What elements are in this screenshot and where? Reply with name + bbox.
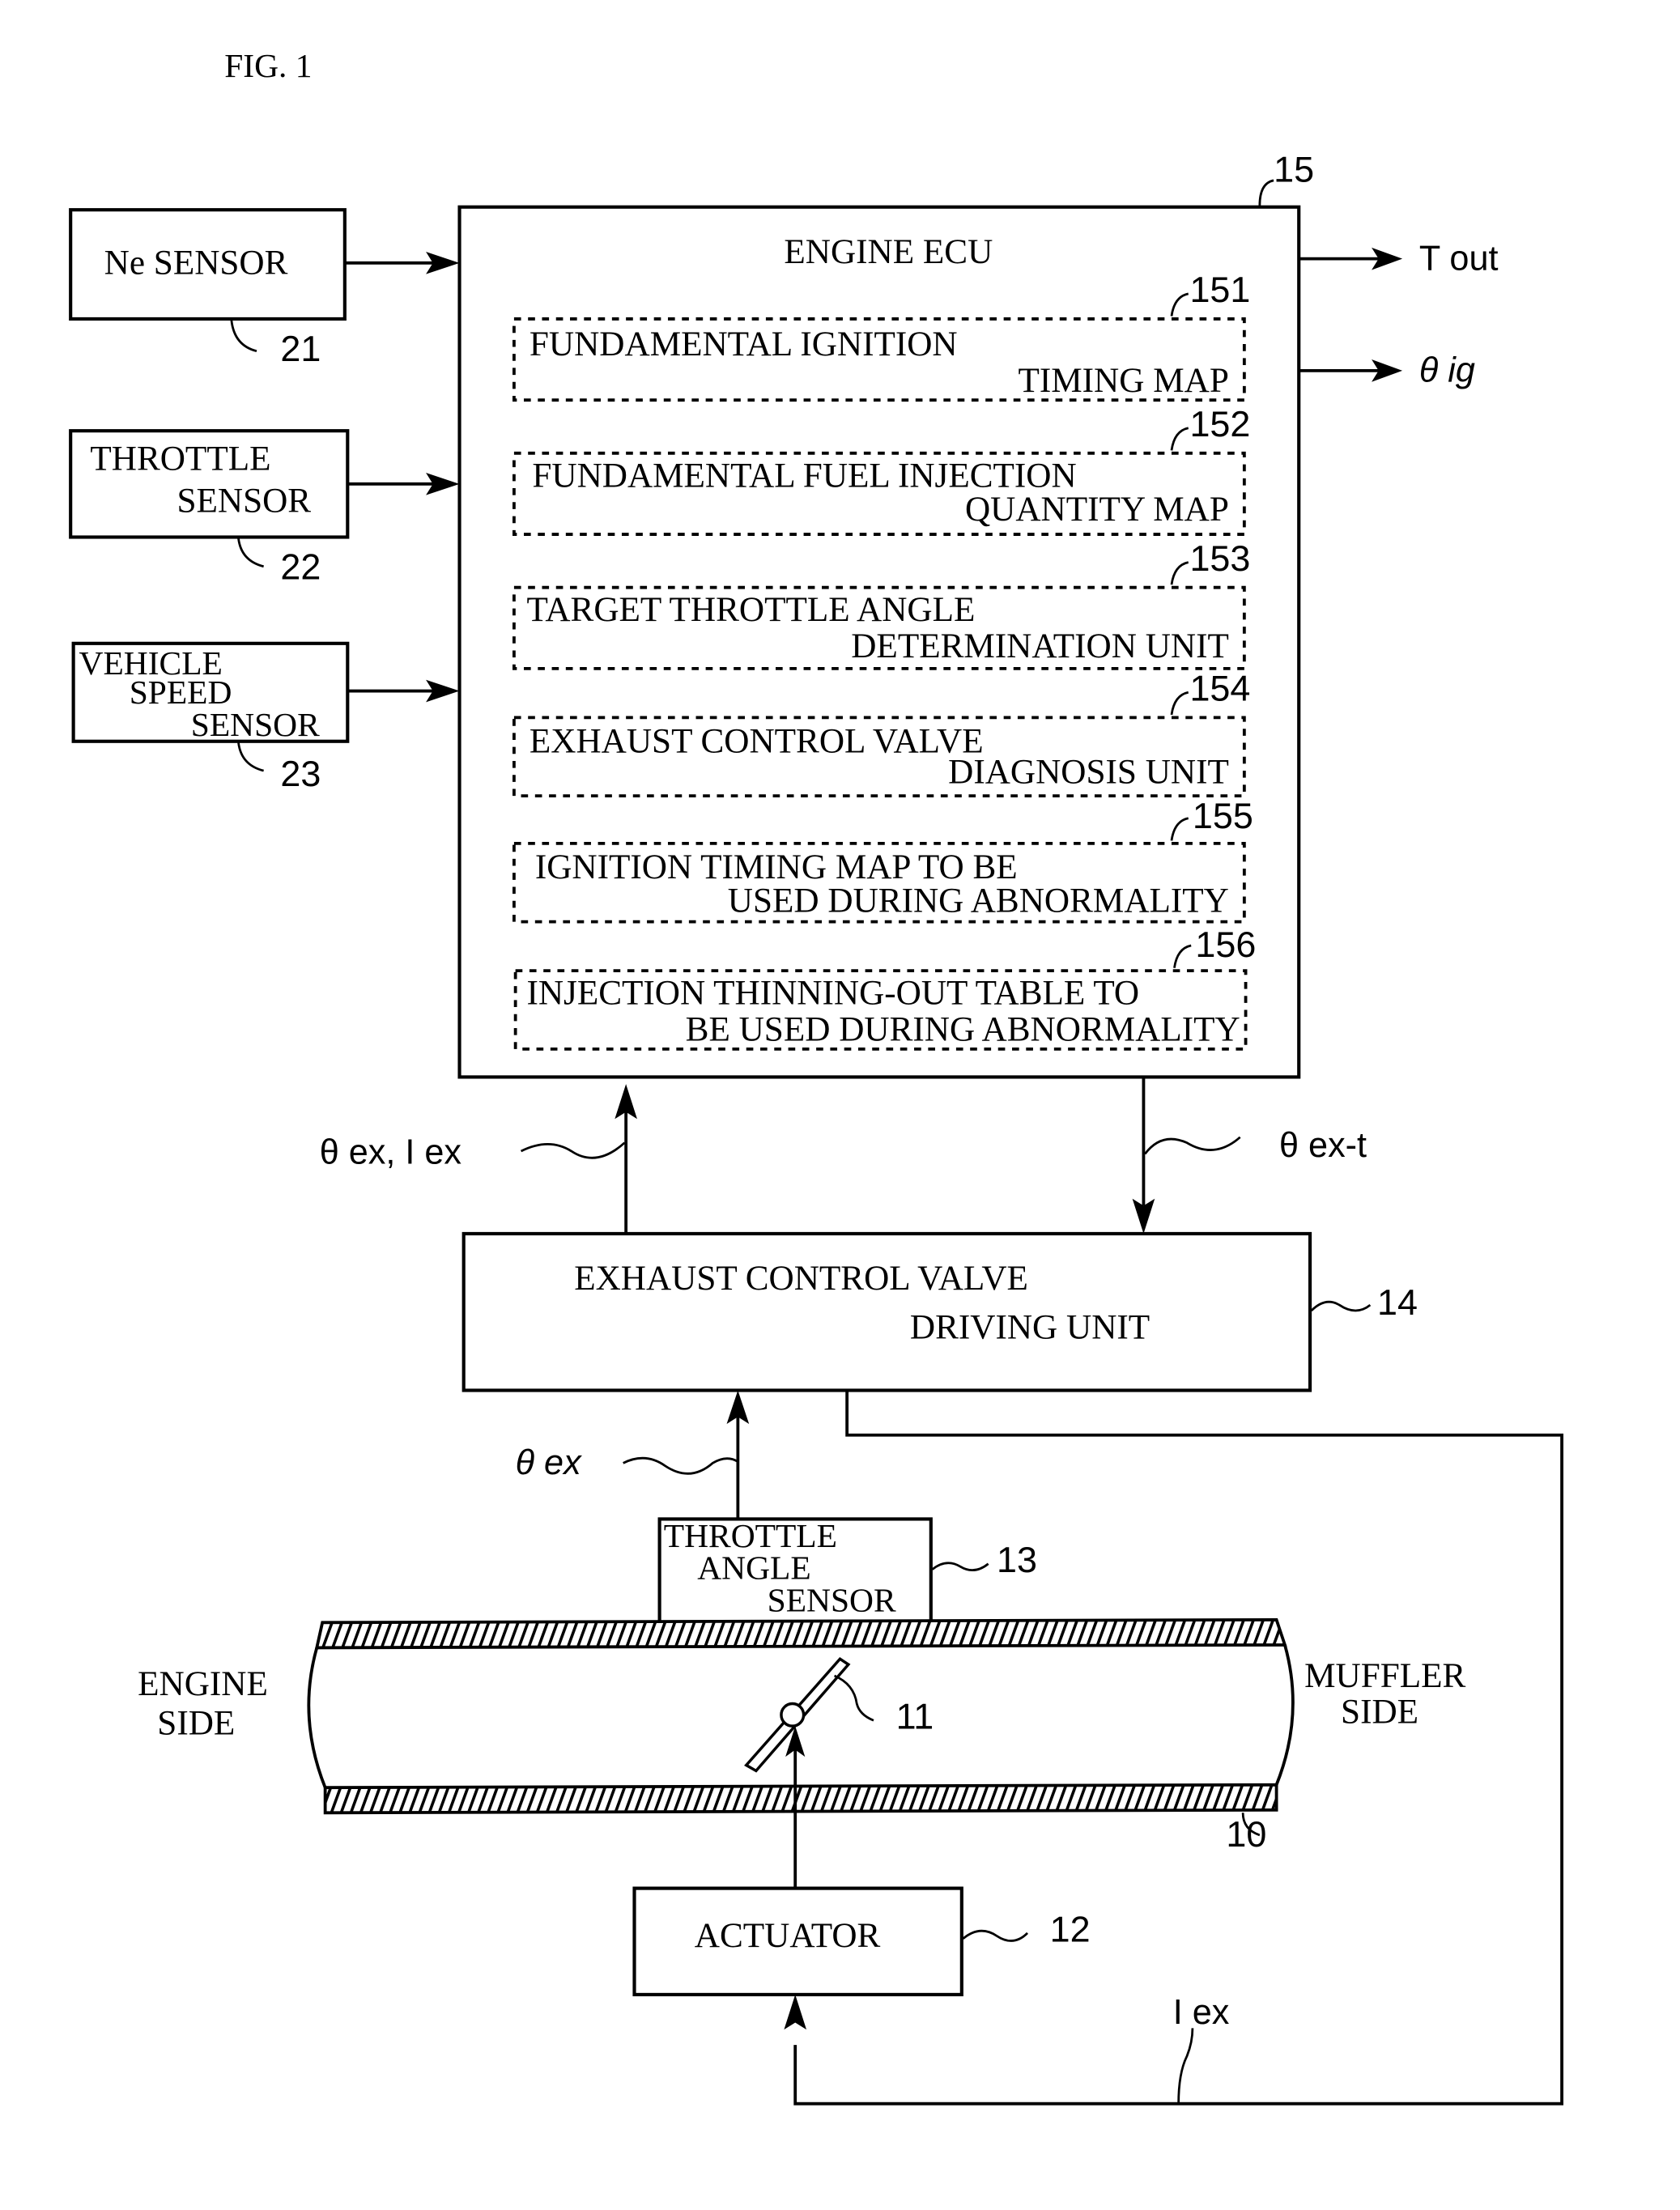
module-156-line1: INJECTION THINNING-OUT TABLE TO (526, 975, 1139, 1013)
pipe-lower-wall (323, 1783, 1278, 1815)
ref-14: 14 (1377, 1281, 1418, 1323)
leader-line (1258, 179, 1274, 206)
exhaust-control-valve: 11 (744, 1656, 934, 1773)
ref-10: 10 (1226, 1813, 1266, 1855)
tout-output: T out (1299, 239, 1498, 278)
throttle-angle-line3: SENSOR (768, 1581, 896, 1618)
ref-12: 12 (1050, 1908, 1091, 1949)
ecu-module-151: FUNDAMENTAL IGNITION TIMING MAP 151 (513, 269, 1250, 402)
ref-154: 154 (1189, 668, 1250, 709)
ecu-module-152: FUNDAMENTAL FUEL INJECTION QUANTITY MAP … (513, 403, 1250, 536)
ref-151: 151 (1189, 269, 1250, 310)
ne-sensor-label: Ne SENSOR (104, 244, 288, 283)
leader-line (834, 1674, 874, 1722)
ecu-module-153: TARGET THROTTLE ANGLE DETERMINATION UNIT… (513, 538, 1250, 670)
ref-153: 153 (1189, 538, 1250, 579)
ecu-module-156: INJECTION THINNING-OUT TABLE TO BE USED … (513, 924, 1256, 1051)
module-153-line1: TARGET THROTTLE ANGLE (526, 591, 975, 629)
ref-13: 13 (997, 1539, 1037, 1580)
engine-side-label-2: SIDE (157, 1705, 235, 1743)
ne-sensor-arrow (344, 252, 460, 274)
leader-line (237, 742, 264, 772)
ref-21: 21 (280, 328, 321, 369)
throttle-sensor-label-2: SENSOR (177, 482, 312, 520)
driving-unit: EXHAUST CONTROL VALVE DRIVING UNIT 14 (461, 1231, 1418, 1392)
throttle-angle-sensor: THROTTLE ANGLE SENSOR 13 (657, 1517, 1037, 1625)
actuator: ACTUATOR 12 (632, 1886, 1091, 1996)
leader-line (1177, 2028, 1194, 2104)
module-156-line2: BE USED DURING ABNORMALITY (686, 1011, 1240, 1049)
leader-line (230, 320, 257, 353)
ref-156: 156 (1195, 924, 1256, 965)
theta-ig-output: θ ig (1299, 351, 1475, 390)
engine-side-label-1: ENGINE (138, 1665, 268, 1703)
leader-line (623, 1456, 739, 1475)
module-152-line1: FUNDAMENTAL FUEL INJECTION (532, 457, 1076, 495)
ne-sensor: Ne SENSOR 21 (69, 208, 347, 369)
figure-title: FIG. 1 (224, 47, 312, 84)
throttle-sensor: THROTTLE SENSOR 22 (69, 429, 350, 587)
leader-line (931, 1562, 989, 1571)
theta-ex-iex-label: θ ex, I ex (320, 1133, 462, 1172)
module-154-line2: DIAGNOSIS UNIT (948, 754, 1229, 792)
iex-label: I ex (1173, 1993, 1230, 2032)
leader-line (1310, 1300, 1372, 1312)
leader-line (962, 1929, 1029, 1942)
driving-unit-line2: DRIVING UNIT (910, 1309, 1150, 1347)
arrow-up-icon (784, 1994, 807, 2030)
muffler-side-label-2: SIDE (1341, 1694, 1418, 1732)
vehicle-speed-sensor: VEHICLE SPEED SENSOR 23 (71, 641, 350, 794)
engine-ecu: ENGINE ECU 15 FUNDAMENTAL IGNITION TIMIN… (457, 149, 1314, 1079)
theta-ig-label: θ ig (1419, 351, 1475, 390)
throttle-sensor-label-1: THROTTLE (90, 440, 270, 478)
module-155-line2: USED DURING ABNORMALITY (728, 882, 1229, 920)
leader-line (1144, 1136, 1241, 1155)
ecu-module-154: EXHAUST CONTROL VALVE DIAGNOSIS UNIT 154 (513, 668, 1250, 798)
valve-shaft-icon (780, 1702, 806, 1728)
leader-line (1170, 427, 1189, 451)
exhaust-pipe: 10 ENGINE SIDE MUFFLER SIDE (138, 1617, 1466, 1855)
leader-line (1170, 292, 1189, 317)
leader-line (1173, 944, 1192, 968)
pipe-engine-end (307, 1647, 327, 1788)
throttle-sensor-arrow (347, 473, 460, 495)
actuator-label: ACTUATOR (695, 1917, 881, 1955)
module-154-line1: EXHAUST CONTROL VALVE (530, 723, 984, 761)
module-155-line1: IGNITION TIMING MAP TO BE (535, 848, 1018, 886)
signal-to-ecu: θ ex, I ex (320, 1084, 637, 1234)
module-152-line2: QUANTITY MAP (965, 491, 1229, 529)
ref-155: 155 (1193, 795, 1253, 836)
ecu-title: ENGINE ECU (784, 233, 993, 271)
leader-line (1170, 817, 1189, 841)
ref-22: 22 (280, 546, 321, 587)
signal-theta-ex: θ ex (516, 1390, 750, 1519)
leader-line (1170, 561, 1189, 585)
pipe-upper-wall (314, 1617, 1287, 1650)
vehicle-speed-label-3: SENSOR (191, 706, 320, 743)
ref-23: 23 (280, 753, 321, 794)
driving-unit-line1: EXHAUST CONTROL VALVE (574, 1260, 1028, 1298)
muffler-side-label-1: MUFFLER (1304, 1657, 1465, 1695)
leader-line (520, 1141, 626, 1159)
ref-15: 15 (1274, 149, 1314, 190)
tout-label: T out (1419, 239, 1499, 278)
theta-ex-t-label: θ ex-t (1279, 1126, 1367, 1165)
ref-11: 11 (896, 1696, 934, 1737)
leader-line (1170, 691, 1189, 716)
module-153-line2: DETERMINATION UNIT (851, 627, 1229, 665)
ref-152: 152 (1189, 403, 1250, 444)
module-151-line2: TIMING MAP (1019, 362, 1229, 400)
signal-from-ecu: θ ex-t (1132, 1077, 1367, 1234)
ecu-module-155: IGNITION TIMING MAP TO BE USED DURING AB… (513, 795, 1253, 924)
leader-line (237, 538, 264, 568)
theta-ex-label: θ ex (516, 1443, 582, 1482)
module-151-line1: FUNDAMENTAL IGNITION (530, 325, 958, 363)
vehicle-speed-sensor-arrow (347, 679, 460, 703)
pipe-muffler-end (1274, 1644, 1295, 1786)
iex-loop: I ex (784, 1390, 1563, 2106)
block-diagram: FIG. 1 Ne SENSOR 21 THROTTLE SENSOR 22 V… (69, 47, 1563, 2106)
